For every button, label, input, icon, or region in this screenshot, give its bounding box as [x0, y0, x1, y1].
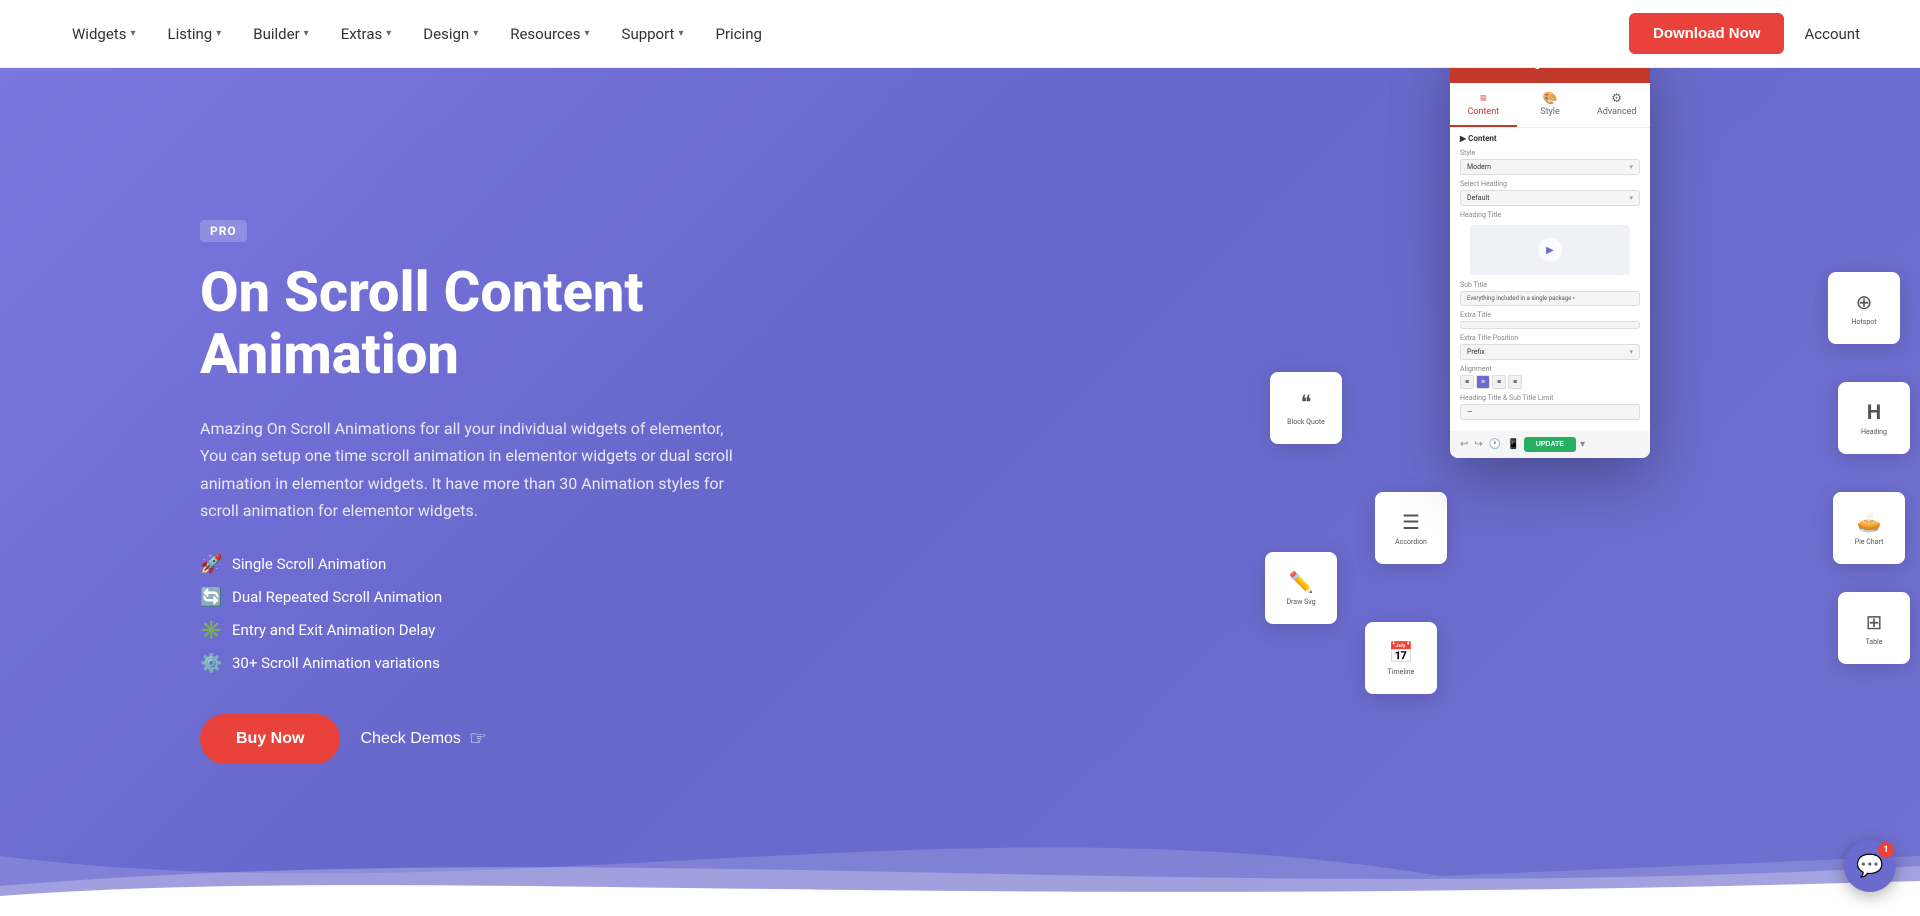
floating-card-blockquote: ❝ Block Quote — [1270, 372, 1342, 444]
chat-button[interactable]: 💬 1 — [1844, 840, 1896, 892]
nav-item-design[interactable]: Design ▾ — [411, 17, 490, 51]
style-tab-icon: 🎨 — [1543, 91, 1558, 105]
chevron-down-icon: ▾ — [130, 28, 135, 39]
animation-icon: ✳️ — [200, 620, 222, 641]
nav-item-resources[interactable]: Resources ▾ — [498, 17, 601, 51]
download-now-button[interactable]: Download Now — [1629, 13, 1785, 54]
panel-section-title: ▶ Content — [1460, 134, 1640, 143]
panel-field-extra-title: Extra Title — [1460, 311, 1640, 329]
feature-item-2: 🔄 Dual Repeated Scroll Animation — [200, 587, 750, 608]
nav-item-builder[interactable]: Builder ▾ — [241, 17, 320, 51]
panel-field-alignment: Alignment ≡ ≡ ≡ ≡ — [1460, 365, 1640, 389]
chat-icon: 💬 — [1856, 854, 1883, 879]
hero-buttons: Buy Now Check Demos ☞ — [200, 714, 750, 764]
more-icon[interactable]: ▾ — [1580, 439, 1585, 450]
main-nav: Widgets ▾ Listing ▾ Builder ▾ Extras ▾ D… — [60, 17, 774, 51]
table-icon: ⊞ — [1866, 610, 1883, 634]
timeline-icon: 📅 — [1389, 640, 1414, 664]
panel-header: Edit Widgets ≡ — [1450, 68, 1650, 83]
demos-arrow-icon: ☞ — [469, 726, 487, 751]
nav-item-widgets[interactable]: Widgets ▾ — [60, 17, 147, 51]
panel-field-style: Style Modern ▾ — [1460, 149, 1640, 175]
accordion-icon: ☰ — [1402, 510, 1420, 534]
pie-chart-icon: 🥧 — [1857, 510, 1882, 534]
history-icon[interactable]: 🕐 — [1489, 439, 1501, 450]
panel-tabs: ≡ Content 🎨 Style ⚙ Advanced — [1450, 83, 1650, 128]
floating-card-piechart: 🥧 Pie Chart — [1833, 492, 1905, 564]
repeat-icon: 🔄 — [200, 587, 222, 608]
floating-card-heading: 𝐇 Heading — [1838, 382, 1910, 454]
chevron-down-icon: ▾ — [304, 28, 309, 39]
align-center-button[interactable]: ≡ — [1476, 375, 1490, 389]
gear-icon: ⚙️ — [200, 653, 222, 674]
floating-card-timeline: 📅 Timeline — [1365, 622, 1437, 694]
floating-card-hotspot: ⊕ Hotspot — [1828, 272, 1900, 344]
draw-svg-icon: ✏️ — [1289, 570, 1314, 594]
nav-item-extras[interactable]: Extras ▾ — [329, 17, 404, 51]
panel-field-heading-title: Heading Title ▶ — [1460, 211, 1640, 275]
hero-section: PRO On Scroll Content Animation Amazing … — [0, 68, 1920, 916]
panel-update-bar: ↩ ↪ 🕐 📱 UPDATE ▾ — [1450, 431, 1650, 458]
blockquote-icon: ❝ — [1301, 390, 1312, 414]
floating-card-table: ⊞ Table — [1838, 592, 1910, 664]
hero-visual: ❝ Block Quote ☰ Accordion ✏️ Draw Svg 📅 … — [1220, 192, 1920, 792]
widget-panel: Edit Widgets ≡ ≡ Content 🎨 Style ⚙ Advan… — [1450, 68, 1650, 458]
panel-tab-content[interactable]: ≡ Content — [1450, 83, 1517, 127]
panel-tab-advanced[interactable]: ⚙ Advanced — [1583, 83, 1650, 127]
dropdown-icon: ▾ — [1629, 194, 1633, 202]
feature-item-4: ⚙️ 30+ Scroll Animation variations — [200, 653, 750, 674]
align-right-button[interactable]: ≡ — [1492, 375, 1506, 389]
panel-field-subtitle: Sub Title Everything included in a singl… — [1460, 281, 1640, 306]
chevron-down-icon: ▾ — [585, 28, 590, 39]
content-tab-icon: ≡ — [1480, 91, 1487, 105]
header-actions: Download Now Account — [1629, 13, 1860, 54]
undo-icon[interactable]: ↩ — [1460, 439, 1468, 450]
rocket-icon: 🚀 — [200, 554, 222, 575]
align-left-button[interactable]: ≡ — [1460, 375, 1474, 389]
nav-item-listing[interactable]: Listing ▾ — [155, 17, 233, 51]
hero-content: PRO On Scroll Content Animation Amazing … — [0, 140, 750, 844]
update-button[interactable]: UPDATE — [1524, 437, 1576, 452]
chevron-down-icon: ▾ — [386, 28, 391, 39]
nav-item-support[interactable]: Support ▾ — [610, 17, 696, 51]
hero-description: Amazing On Scroll Animations for all you… — [200, 415, 750, 524]
chat-badge: 1 — [1878, 842, 1894, 858]
responsive-icon[interactable]: 📱 — [1507, 439, 1519, 450]
floating-card-drawsvg: ✏️ Draw Svg — [1265, 552, 1337, 624]
feature-list: 🚀 Single Scroll Animation 🔄 Dual Repeate… — [200, 554, 750, 674]
advanced-tab-icon: ⚙ — [1611, 91, 1622, 105]
chevron-down-icon: ▾ — [216, 28, 221, 39]
dropdown-icon: ▾ — [1629, 348, 1633, 356]
hotspot-icon: ⊕ — [1856, 290, 1873, 314]
feature-item-3: ✳️ Entry and Exit Animation Delay — [200, 620, 750, 641]
panel-preview: ▶ — [1470, 225, 1630, 275]
chevron-down-icon: ▾ — [678, 28, 683, 39]
hero-title: On Scroll Content Animation — [200, 262, 750, 385]
panel-field-extra-title-pos: Extra Title Position Prefix ▾ — [1460, 334, 1640, 360]
redo-icon[interactable]: ↪ — [1474, 439, 1482, 450]
buy-now-button[interactable]: Buy Now — [200, 714, 340, 764]
pro-badge: PRO — [200, 220, 247, 242]
play-icon: ▶ — [1538, 238, 1562, 262]
floating-card-accordion: ☰ Accordion — [1375, 492, 1447, 564]
panel-field-limit: Heading Title & Sub Title Limit — — [1460, 394, 1640, 420]
panel-tab-style[interactable]: 🎨 Style — [1517, 83, 1584, 127]
align-justify-button[interactable]: ≡ — [1508, 375, 1522, 389]
heading-icon: 𝐇 — [1867, 400, 1882, 424]
panel-field-heading: Select Heading Default ▾ — [1460, 180, 1640, 206]
nav-item-pricing[interactable]: Pricing — [704, 17, 774, 51]
alignment-buttons: ≡ ≡ ≡ ≡ — [1460, 375, 1640, 389]
check-demos-button[interactable]: Check Demos ☞ — [360, 726, 486, 751]
chevron-down-icon: ▾ — [473, 28, 478, 39]
dropdown-icon: ▾ — [1629, 163, 1633, 171]
header: Widgets ▾ Listing ▾ Builder ▾ Extras ▾ D… — [0, 0, 1920, 68]
panel-action-icons: ↩ ↪ 🕐 📱 — [1460, 439, 1520, 450]
panel-content-section: ▶ Content Style Modern ▾ Select Heading … — [1450, 128, 1650, 431]
elementor-icon: ≡ — [1628, 68, 1636, 73]
panel-title: Edit Widgets — [1498, 68, 1554, 70]
feature-item-1: 🚀 Single Scroll Animation — [200, 554, 750, 575]
account-link[interactable]: Account — [1804, 25, 1860, 43]
